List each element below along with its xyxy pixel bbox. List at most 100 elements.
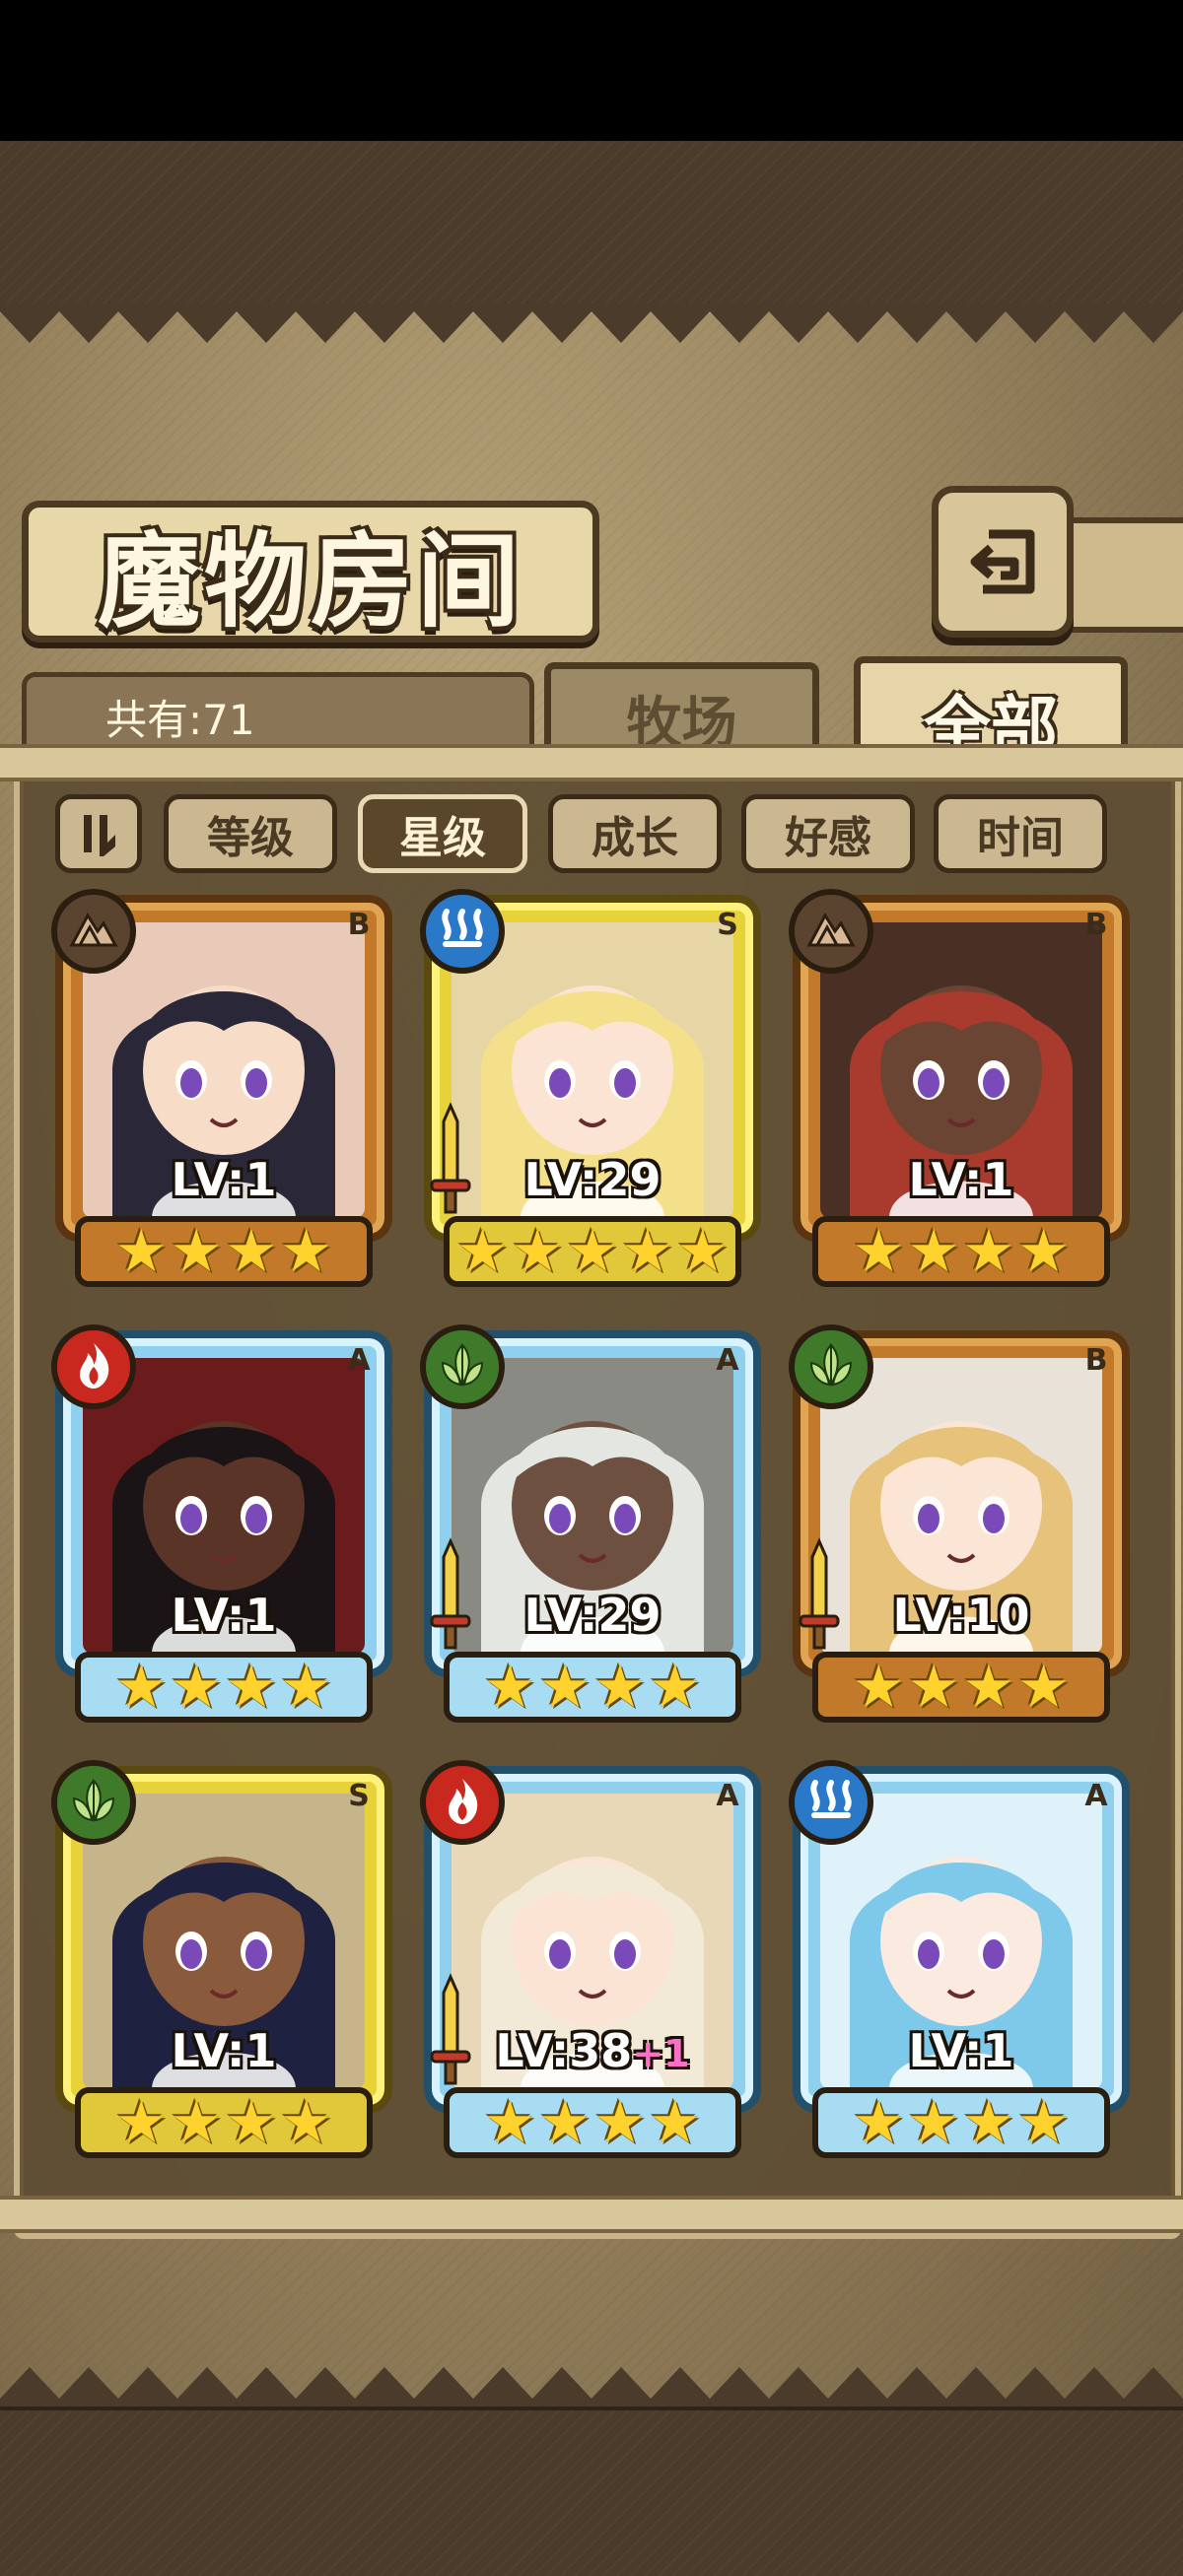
level-label: LV:29 <box>424 1589 761 1642</box>
star-rating: ★ ★ ★ ★ <box>75 1216 373 1287</box>
level-value: LV:1 <box>908 2024 1014 2077</box>
star-icon: ★ <box>279 1653 333 1722</box>
level-label: LV:29 <box>424 1153 761 1206</box>
earth-icon <box>66 902 121 961</box>
level-label: LV:38+1 <box>424 2024 761 2077</box>
monster-card[interactable]: A LV:1 ★ ★ ★ ★ <box>51 1324 392 1725</box>
monster-card[interactable]: B LV:1 ★ ★ ★ ★ <box>789 889 1130 1289</box>
star-icon: ★ <box>483 1653 537 1722</box>
monster-card[interactable]: S LV:1 ★ ★ ★ ★ <box>51 1760 392 2160</box>
level-value: LV:29 <box>523 1153 661 1206</box>
star-icon: ★ <box>1016 2088 1071 2157</box>
back-button[interactable] <box>932 486 1074 638</box>
monster-card[interactable]: B LV:1 ★ ★ ★ ★ <box>51 889 392 1289</box>
fire-icon <box>66 1337 121 1396</box>
sort-time-button[interactable]: 时间 <box>934 794 1107 873</box>
star-icon: ★ <box>170 1217 223 1286</box>
star-icon: ★ <box>620 1217 674 1286</box>
sort-order-toggle[interactable] <box>55 794 142 873</box>
element-badge <box>789 1324 873 1409</box>
status-bar-area <box>0 0 1183 141</box>
bottom-band <box>0 2405 1183 2576</box>
sort-growth-button[interactable]: 成长 <box>548 794 722 873</box>
rank-badge: B <box>1084 907 1108 942</box>
star-rating: ★ ★ ★ ★ <box>812 1216 1110 1287</box>
star-rating: ★ ★ ★ ★ <box>812 2087 1110 2158</box>
level-label: LV:1 <box>55 1153 392 1206</box>
star-icon: ★ <box>114 2088 169 2157</box>
star-icon: ★ <box>170 1653 223 1722</box>
star-icon: ★ <box>907 1653 960 1722</box>
star-icon: ★ <box>852 2088 906 2157</box>
monster-card[interactable]: A LV:1 ★ ★ ★ ★ <box>789 1760 1130 2160</box>
page-title: 魔物房间 <box>97 519 523 642</box>
star-rating: ★ ★ ★ ★ ★ <box>444 1216 741 1287</box>
star-icon: ★ <box>962 2088 1015 2157</box>
page-title-plate: 魔物房间 <box>22 501 599 643</box>
star-icon: ★ <box>675 1217 730 1286</box>
star-icon: ★ <box>593 1653 647 1722</box>
element-badge <box>51 1324 136 1409</box>
level-value: LV:1 <box>171 1153 277 1206</box>
element-badge <box>51 1760 136 1845</box>
rank-badge: S <box>717 907 738 942</box>
star-icon: ★ <box>648 1653 702 1722</box>
element-badge <box>420 1760 505 1845</box>
star-icon: ★ <box>852 1653 906 1722</box>
rank-badge: B <box>1084 1342 1108 1378</box>
rank-badge: A <box>716 1342 739 1378</box>
element-badge <box>789 889 873 974</box>
level-value: LV:38 <box>495 2024 633 2077</box>
rank-badge: A <box>716 1778 739 1813</box>
sort-stars-button[interactable]: 星级 <box>358 794 527 873</box>
leaf-icon <box>66 1773 121 1832</box>
leaf-icon <box>803 1337 859 1396</box>
star-icon: ★ <box>962 1653 1015 1722</box>
panel-top-frame <box>0 744 1183 781</box>
star-icon: ★ <box>593 2088 647 2157</box>
level-label: LV:1 <box>793 1153 1130 1206</box>
panel-bottom-frame <box>0 2196 1183 2233</box>
earth-icon <box>803 902 859 961</box>
star-icon: ★ <box>170 2088 223 2157</box>
star-icon: ★ <box>114 1653 169 1722</box>
monster-card[interactable]: S LV:29 ★ ★ ★ ★ ★ <box>420 889 761 1289</box>
level-label: LV:1 <box>55 1589 392 1642</box>
monster-card[interactable]: A LV:29 ★ ★ ★ ★ <box>420 1324 761 1725</box>
star-icon: ★ <box>538 2088 592 2157</box>
level-label: LV:1 <box>793 2024 1130 2077</box>
bottom-zigzag-border <box>0 2367 1183 2407</box>
element-badge <box>420 889 505 974</box>
top-band <box>0 141 1183 309</box>
return-icon <box>970 529 1035 594</box>
monster-card[interactable]: B LV:10 ★ ★ ★ ★ <box>789 1324 1130 1725</box>
star-icon: ★ <box>538 1653 592 1722</box>
star-icon: ★ <box>852 1217 906 1286</box>
element-badge <box>51 889 136 974</box>
star-icon: ★ <box>907 1217 960 1286</box>
fire-icon <box>435 1773 490 1832</box>
sort-level-button[interactable]: 等级 <box>164 794 337 873</box>
level-value: LV:1 <box>171 1589 277 1642</box>
monster-card[interactable]: A LV:38+1 ★ ★ ★ ★ <box>420 1760 761 2160</box>
star-rating: ★ ★ ★ ★ <box>75 1652 373 1723</box>
star-icon: ★ <box>455 1217 510 1286</box>
level-value: LV:29 <box>523 1589 661 1642</box>
element-badge <box>420 1324 505 1409</box>
sort-affection-button[interactable]: 好感 <box>741 794 915 873</box>
star-icon: ★ <box>483 2088 537 2157</box>
star-icon: ★ <box>279 1217 333 1286</box>
water-icon <box>803 1773 859 1832</box>
level-label: LV:10 <box>793 1589 1130 1642</box>
star-icon: ★ <box>962 1217 1015 1286</box>
star-icon: ★ <box>511 1217 565 1286</box>
star-icon: ★ <box>225 1653 278 1722</box>
star-icon: ★ <box>1016 1653 1071 1722</box>
star-icon: ★ <box>225 2088 278 2157</box>
star-rating: ★ ★ ★ ★ <box>812 1652 1110 1723</box>
water-icon <box>435 902 490 961</box>
element-badge <box>789 1760 873 1845</box>
back-button-tail <box>1055 517 1183 633</box>
rank-badge: S <box>348 1778 370 1813</box>
star-rating: ★ ★ ★ ★ <box>444 1652 741 1723</box>
